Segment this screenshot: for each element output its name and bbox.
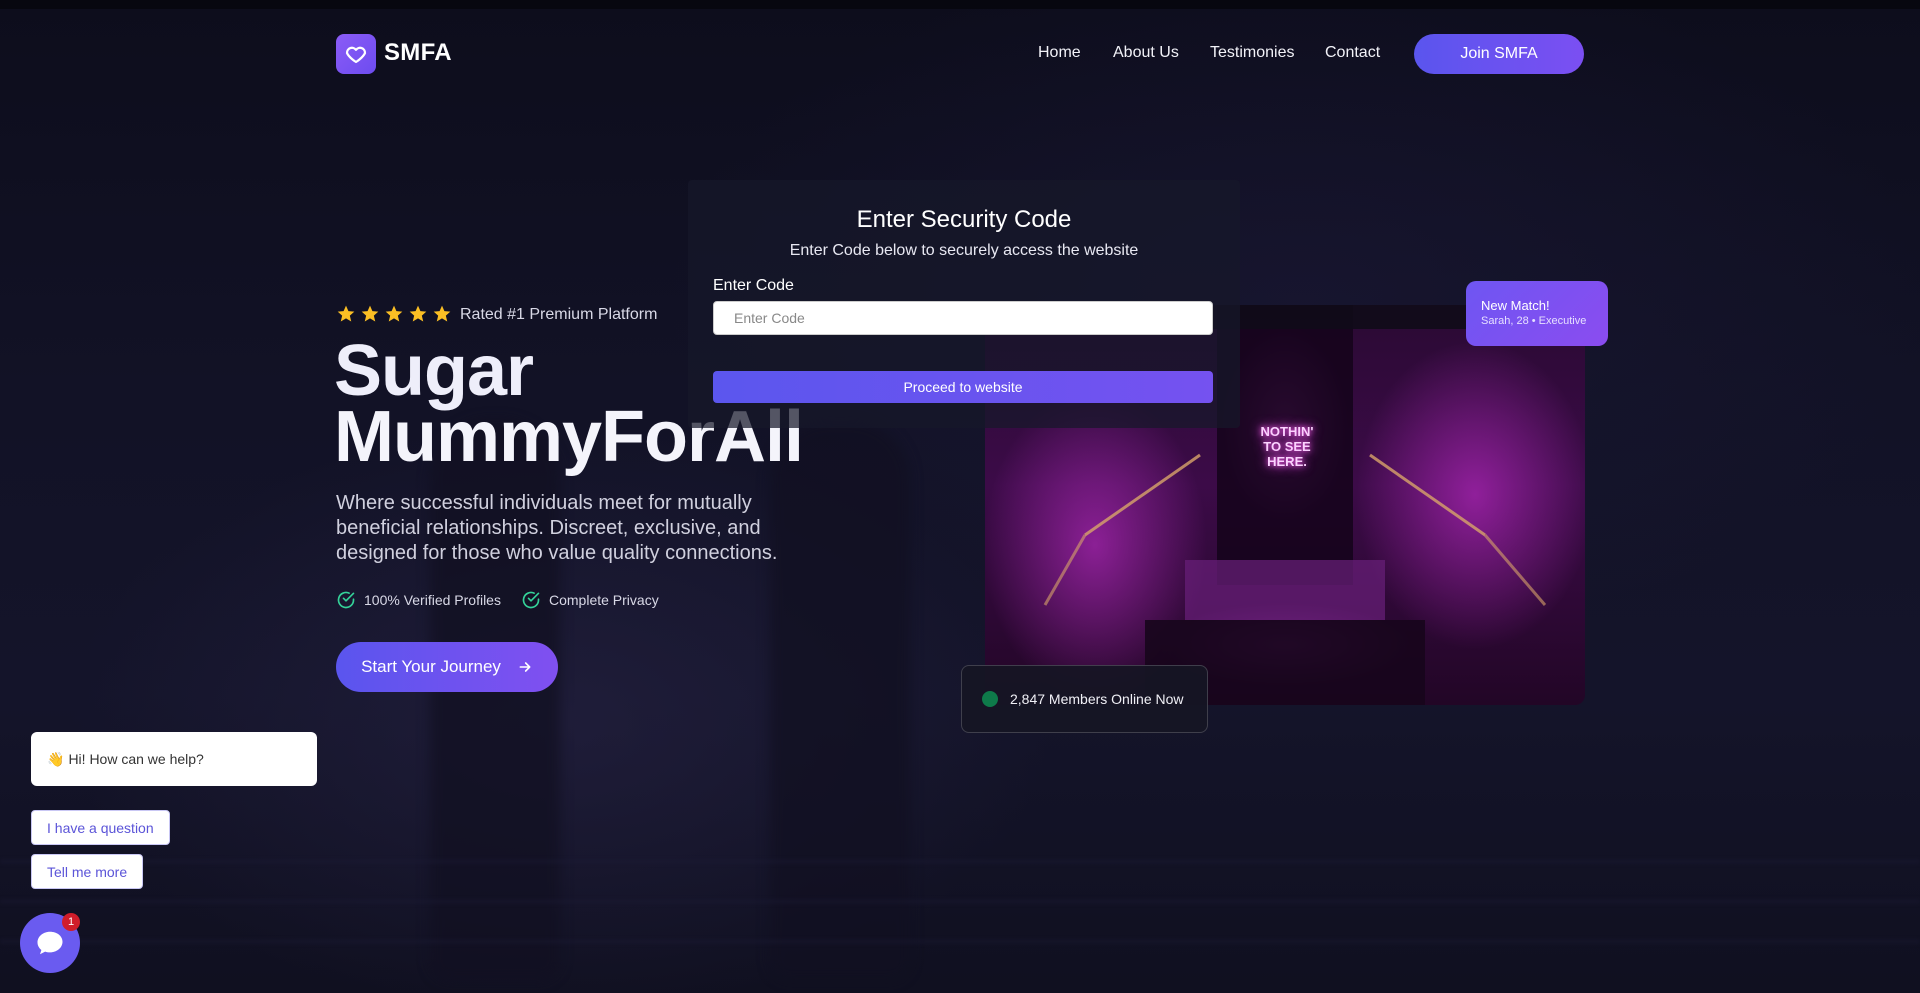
check-circle-icon [337, 591, 355, 609]
online-status-dot [982, 691, 998, 707]
new-match-card: New Match! Sarah, 28 • Executive [1466, 281, 1608, 346]
members-online-card: 2,847 Members Online Now [961, 665, 1208, 733]
star-icon [409, 305, 427, 322]
start-journey-button[interactable]: Start Your Journey [336, 642, 558, 692]
chat-notification-badge: 1 [62, 913, 80, 931]
code-field-label: Enter Code [713, 277, 794, 294]
proceed-button[interactable]: Proceed to website [713, 371, 1213, 403]
feature-privacy: Complete Privacy [521, 590, 659, 610]
arrow-right-icon [519, 662, 531, 672]
feature-label: Complete Privacy [549, 592, 659, 608]
feature-verified: 100% Verified Profiles [336, 590, 501, 610]
security-code-subtitle: Enter Code below to securely access the … [789, 242, 1139, 259]
chat-option-question[interactable]: I have a question [31, 810, 170, 845]
star-icon [433, 305, 451, 322]
star-icon [385, 305, 403, 322]
chat-greeting-bubble: 👋 Hi! How can we help? [31, 732, 317, 786]
heart-icon [345, 46, 367, 64]
rating-text: Rated #1 Premium Platform [460, 306, 658, 323]
chat-option-tell-more[interactable]: Tell me more [31, 854, 144, 889]
logo-badge[interactable] [336, 34, 376, 74]
check-circle-icon [522, 591, 540, 609]
background-water-line [0, 900, 1920, 903]
join-button[interactable]: Join SMFA [1414, 34, 1584, 74]
rating-stars [336, 304, 452, 324]
page-background [0, 0, 1920, 993]
start-journey-label: Start Your Journey [361, 657, 501, 676]
top-strip [0, 0, 1920, 9]
security-code-input[interactable] [713, 301, 1213, 335]
new-match-subtitle: Sarah, 28 • Executive [1481, 315, 1587, 327]
star-icon [361, 305, 379, 322]
neon-sign: NOTHIN' TO SEE HERE. [1260, 424, 1314, 469]
star-icon [337, 305, 355, 322]
wave-icon: 👋 [47, 750, 65, 767]
background-water-line [0, 940, 1920, 943]
hero-description: Where successful individuals meet for mu… [336, 492, 778, 564]
members-online-text: 2,847 Members Online Now [1010, 691, 1184, 707]
nav-testimonies[interactable]: Testimonies [1210, 44, 1294, 62]
nav-home[interactable]: Home [1038, 44, 1081, 62]
nav-about-us[interactable]: About Us [1113, 44, 1179, 62]
chat-greeting-text: Hi! How can we help? [68, 751, 204, 767]
logo-text[interactable]: SMFA [384, 39, 452, 67]
nav-contact[interactable]: Contact [1325, 44, 1380, 62]
security-code-title: Enter Security Code [856, 206, 1072, 233]
feature-label: 100% Verified Profiles [364, 592, 501, 608]
new-match-title: New Match! [1481, 298, 1550, 313]
chat-icon [37, 931, 63, 955]
background-water-line [0, 860, 1920, 863]
